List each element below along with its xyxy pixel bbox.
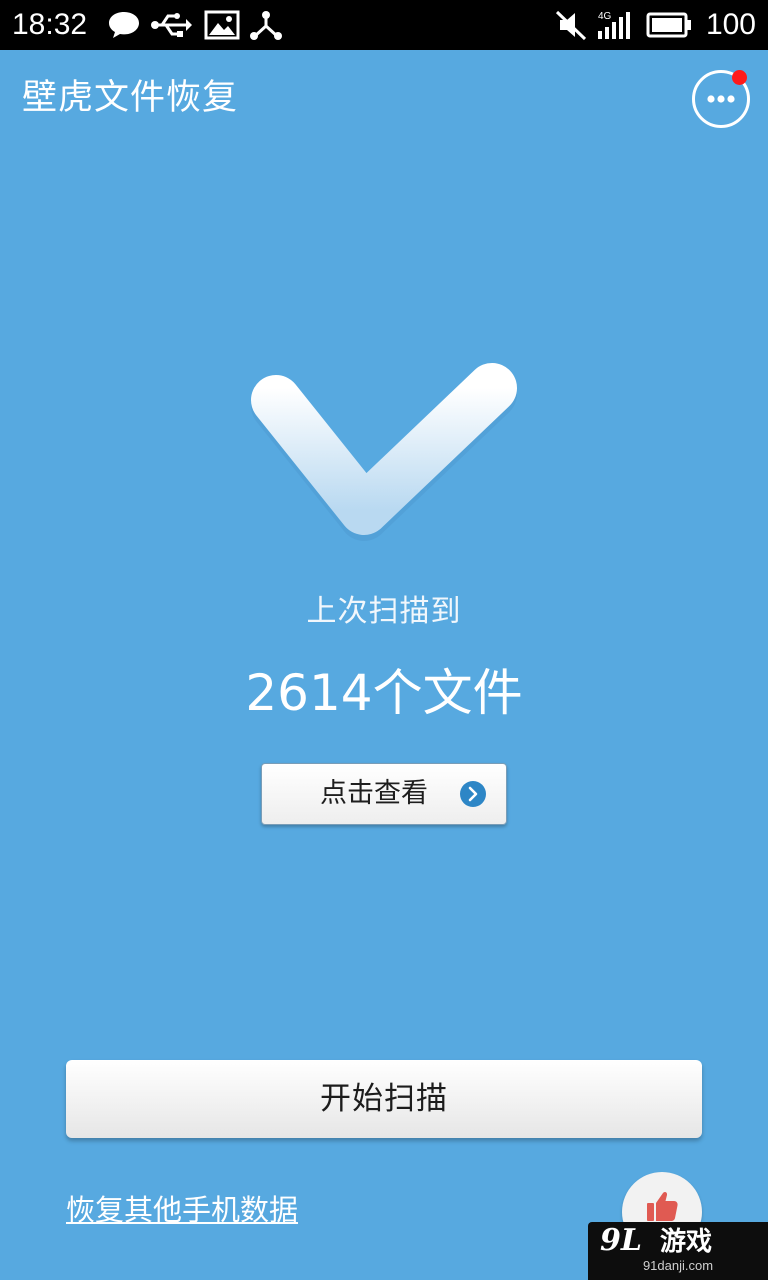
usb-icon <box>151 13 192 37</box>
checkmark-icon <box>251 363 517 541</box>
view-results-label: 点击查看 <box>320 778 428 809</box>
last-scan-label: 上次扫描到 <box>306 594 462 629</box>
image-icon <box>204 10 240 40</box>
network-type-label: 4G <box>598 11 612 22</box>
watermark-url: 91danji.com <box>642 1258 714 1273</box>
status-bar: 18:32 4G 100 <box>0 0 768 50</box>
notification-dot <box>732 70 747 85</box>
share-icon <box>250 11 282 40</box>
chevron-right-icon <box>460 781 486 807</box>
app-title: 壁虎文件恢复 <box>22 78 239 118</box>
status-time: 18:32 <box>12 8 88 41</box>
signal-icon: 4G <box>598 11 630 39</box>
start-scan-button[interactable]: 开始扫描 <box>66 1060 702 1138</box>
file-count: 2614个文件 <box>245 664 523 722</box>
battery-icon <box>646 12 691 38</box>
recover-other-phone-link[interactable]: 恢复其他手机数据 <box>66 1190 298 1230</box>
view-results-button[interactable]: 点击查看 <box>261 763 507 825</box>
battery-level-text: 100 <box>705 8 756 41</box>
thumbs-up-icon <box>647 1191 678 1221</box>
watermark-number: 9L <box>600 1223 642 1258</box>
watermark-text: 游戏 <box>660 1227 713 1257</box>
watermark-logo: 9L 游戏 91danji.com <box>588 1222 768 1280</box>
chat-bubble-icon <box>109 12 139 38</box>
mute-icon <box>555 10 587 41</box>
